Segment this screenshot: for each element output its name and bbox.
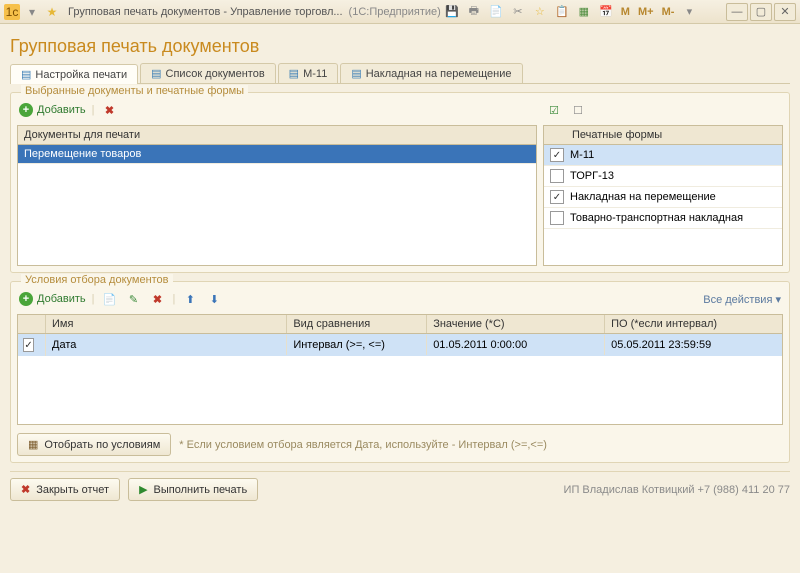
footer-info: ИП Владислав Котвицкий +7 (988) 411 20 7… xyxy=(564,484,790,496)
maximize-button[interactable]: ▢ xyxy=(750,3,772,21)
forms-header-row: Печатные формы xyxy=(544,126,782,145)
tab-m11[interactable]: ▤ М-11 xyxy=(278,63,339,83)
more-icon[interactable]: ▾ xyxy=(679,3,699,21)
check-all-button[interactable]: ☑ xyxy=(545,101,563,119)
separator: | xyxy=(172,293,175,305)
tab-icon: ▤ xyxy=(351,67,361,80)
filter-label: Отобрать по условиям xyxy=(44,439,160,451)
add-label: Добавить xyxy=(37,104,86,116)
play-icon: ▶ xyxy=(139,483,147,496)
group-conditions: Условия отбора документов + Добавить | 📄… xyxy=(10,281,790,463)
form-row[interactable]: ✓ Накладная на перемещение xyxy=(544,187,782,208)
tab-label: Список документов xyxy=(166,68,265,80)
tab-icon: ▤ xyxy=(289,67,299,80)
filter-hint: * Если условием отбора является Дата, ис… xyxy=(179,439,547,451)
clipboard-icon[interactable]: 📋 xyxy=(552,3,572,21)
col-name: Имя xyxy=(46,315,287,333)
tab-icon: ▤ xyxy=(21,68,31,81)
print-label: Выполнить печать xyxy=(154,484,248,496)
tab-label: М-11 xyxy=(303,68,327,80)
add-condition-button[interactable]: + Добавить xyxy=(19,292,86,306)
cut-icon[interactable]: ✂ xyxy=(508,3,528,21)
add-label: Добавить xyxy=(37,293,86,305)
page-title: Групповая печать документов xyxy=(10,36,790,57)
all-actions-button[interactable]: Все действия ▾ xyxy=(703,293,781,306)
filter-icon: ▦ xyxy=(28,438,38,451)
document-row[interactable]: Перемещение товаров xyxy=(18,145,536,164)
window-subtitle: (1С:Предприятие) xyxy=(349,6,441,18)
close-button[interactable]: ✕ xyxy=(774,3,796,21)
close-report-button[interactable]: ✖ Закрыть отчет xyxy=(10,478,120,501)
close-label: Закрыть отчет xyxy=(36,484,109,496)
form-row[interactable]: ТОРГ-13 xyxy=(544,166,782,187)
plus-icon: + xyxy=(19,103,33,117)
form-checkbox[interactable] xyxy=(550,169,564,183)
conditions-table: Имя Вид сравнения Значение (*С) ПО (*есл… xyxy=(17,314,783,425)
save-icon[interactable]: 💾 xyxy=(442,3,462,21)
footer: ✖ Закрыть отчет ▶ Выполнить печать ИП Вл… xyxy=(10,471,790,501)
condition-row[interactable]: ✓ Дата Интервал (>=, <=) 01.05.2011 0:00… xyxy=(18,334,782,356)
calc-icon[interactable]: ▦ xyxy=(574,3,594,21)
group-title: Выбранные документы и печатные формы xyxy=(21,85,248,97)
cond-val: 01.05.2011 0:00:00 xyxy=(427,335,605,355)
tabs: ▤ Настройка печати ▤ Список документов ▤ М-… xyxy=(10,63,790,84)
group-title: Условия отбора документов xyxy=(21,274,173,286)
separator: | xyxy=(92,293,95,305)
tab-doclist[interactable]: ▤ Список документов xyxy=(140,63,276,83)
form-label: Товарно-транспортная накладная xyxy=(570,212,743,224)
minimize-button[interactable]: — xyxy=(726,3,748,21)
form-label: М-11 xyxy=(570,149,594,161)
doc-icon[interactable]: 📄 xyxy=(486,3,506,21)
tab-settings[interactable]: ▤ Настройка печати xyxy=(10,64,138,84)
cond-to: 05.05.2011 23:59:59 xyxy=(605,335,782,355)
tab-nakladnaya[interactable]: ▤ Накладная на перемещение xyxy=(340,63,522,83)
tab-label: Накладная на перемещение xyxy=(366,68,512,80)
edit-button[interactable]: ✎ xyxy=(124,290,142,308)
copy-button[interactable]: 📄 xyxy=(100,290,118,308)
tab-icon: ▤ xyxy=(151,67,161,80)
m-minus-button[interactable]: M- xyxy=(658,6,679,18)
documents-header: Документы для печати xyxy=(18,126,536,145)
cond-name: Дата xyxy=(46,335,287,355)
forms-pane: Печатные формы ✓ М-11 ТОРГ-13 ✓ Накладная на… xyxy=(543,125,783,266)
documents-pane: Документы для печати Перемещение товаров xyxy=(17,125,537,266)
tab-label: Настройка печати xyxy=(35,69,127,81)
delete-condition-button[interactable]: ✖ xyxy=(148,290,166,308)
window-title: Групповая печать документов - Управление… xyxy=(68,6,343,18)
group-documents-forms: Выбранные документы и печатные формы + Д… xyxy=(10,92,790,273)
form-checkbox[interactable]: ✓ xyxy=(550,190,564,204)
calendar-icon[interactable]: 📅 xyxy=(596,3,616,21)
fav-icon[interactable]: ☆ xyxy=(530,3,550,21)
execute-print-button[interactable]: ▶ Выполнить печать xyxy=(128,478,258,501)
col-val: Значение (*С) xyxy=(427,315,605,333)
add-document-button[interactable]: + Добавить xyxy=(19,103,86,117)
separator: | xyxy=(92,104,95,116)
form-checkbox[interactable] xyxy=(550,211,564,225)
print-icon[interactable]: 🖶 xyxy=(464,3,484,21)
form-label: ТОРГ-13 xyxy=(570,170,614,182)
plus-icon: + xyxy=(19,292,33,306)
filter-button[interactable]: ▦ Отобрать по условиям xyxy=(17,433,171,456)
star-icon[interactable]: ★ xyxy=(44,4,60,20)
app-icon: 1c xyxy=(4,4,20,20)
move-down-button[interactable]: ⬇ xyxy=(205,290,223,308)
form-label: Накладная на перемещение xyxy=(570,191,716,203)
col-to: ПО (*если интервал) xyxy=(605,315,782,333)
condition-checkbox[interactable]: ✓ xyxy=(23,338,33,352)
form-row[interactable]: Товарно-транспортная накладная xyxy=(544,208,782,229)
form-checkbox[interactable]: ✓ xyxy=(550,148,564,162)
dropdown-icon[interactable]: ▾ xyxy=(24,4,40,20)
close-icon: ✖ xyxy=(21,483,30,496)
m-plus-button[interactable]: M+ xyxy=(634,6,658,18)
uncheck-all-button[interactable]: ☐ xyxy=(569,101,587,119)
cond-cmp: Интервал (>=, <=) xyxy=(287,335,427,355)
col-cmp: Вид сравнения xyxy=(287,315,427,333)
m-button[interactable]: M xyxy=(617,6,634,18)
titlebar: 1c ▾ ★ Групповая печать документов - Упр… xyxy=(0,0,800,24)
forms-header: Печатные формы xyxy=(572,129,662,141)
delete-document-button[interactable]: ✖ xyxy=(100,101,118,119)
move-up-button[interactable]: ⬆ xyxy=(181,290,199,308)
form-row[interactable]: ✓ М-11 xyxy=(544,145,782,166)
document-name: Перемещение товаров xyxy=(24,148,141,160)
